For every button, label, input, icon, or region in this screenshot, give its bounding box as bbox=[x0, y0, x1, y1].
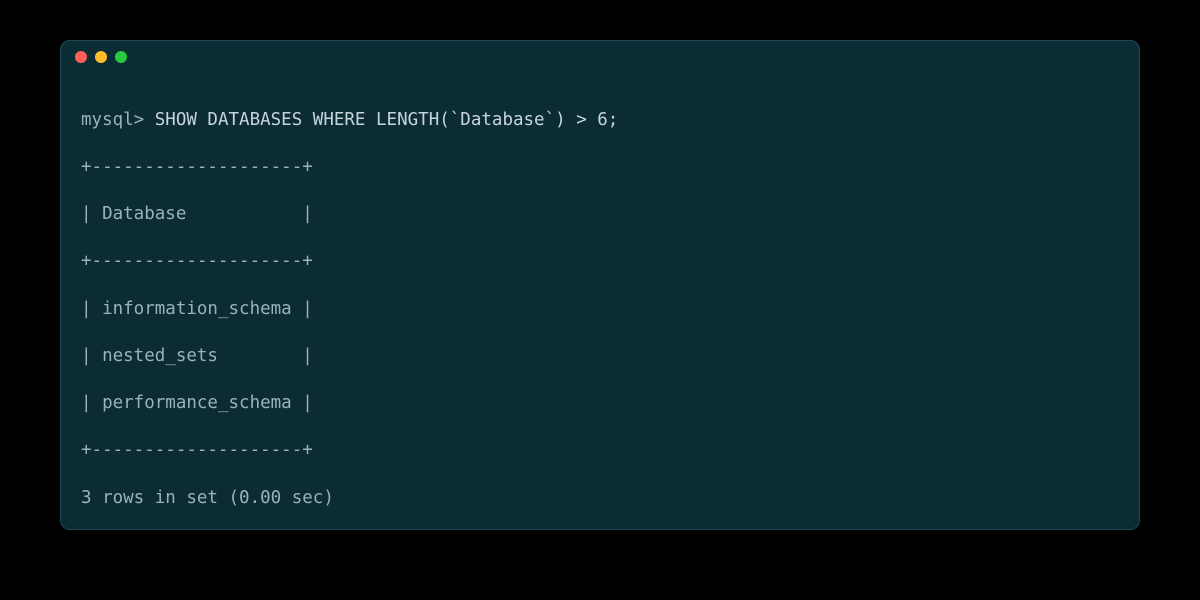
result-summary: 3 rows in set (0.00 sec) bbox=[81, 487, 1119, 511]
close-icon[interactable] bbox=[75, 51, 87, 63]
maximize-icon[interactable] bbox=[115, 51, 127, 63]
mysql-prompt: mysql> bbox=[81, 110, 144, 130]
terminal-body[interactable]: mysql> SHOW DATABASES WHERE LENGTH(`Data… bbox=[61, 73, 1139, 530]
command-line: mysql> SHOW DATABASES WHERE LENGTH(`Data… bbox=[81, 109, 1119, 133]
minimize-icon[interactable] bbox=[95, 51, 107, 63]
table-border: +--------------------+ bbox=[81, 439, 1119, 463]
terminal-window: mysql> SHOW DATABASES WHERE LENGTH(`Data… bbox=[60, 40, 1140, 530]
table-row: | information_schema | bbox=[81, 298, 1119, 322]
table-header: | Database | bbox=[81, 203, 1119, 227]
sql-command: SHOW DATABASES WHERE LENGTH(`Database`) … bbox=[144, 110, 618, 130]
table-row: | performance_schema | bbox=[81, 392, 1119, 416]
table-border: +--------------------+ bbox=[81, 156, 1119, 180]
table-border: +--------------------+ bbox=[81, 250, 1119, 274]
titlebar bbox=[61, 41, 1139, 73]
table-row: | nested_sets | bbox=[81, 345, 1119, 369]
